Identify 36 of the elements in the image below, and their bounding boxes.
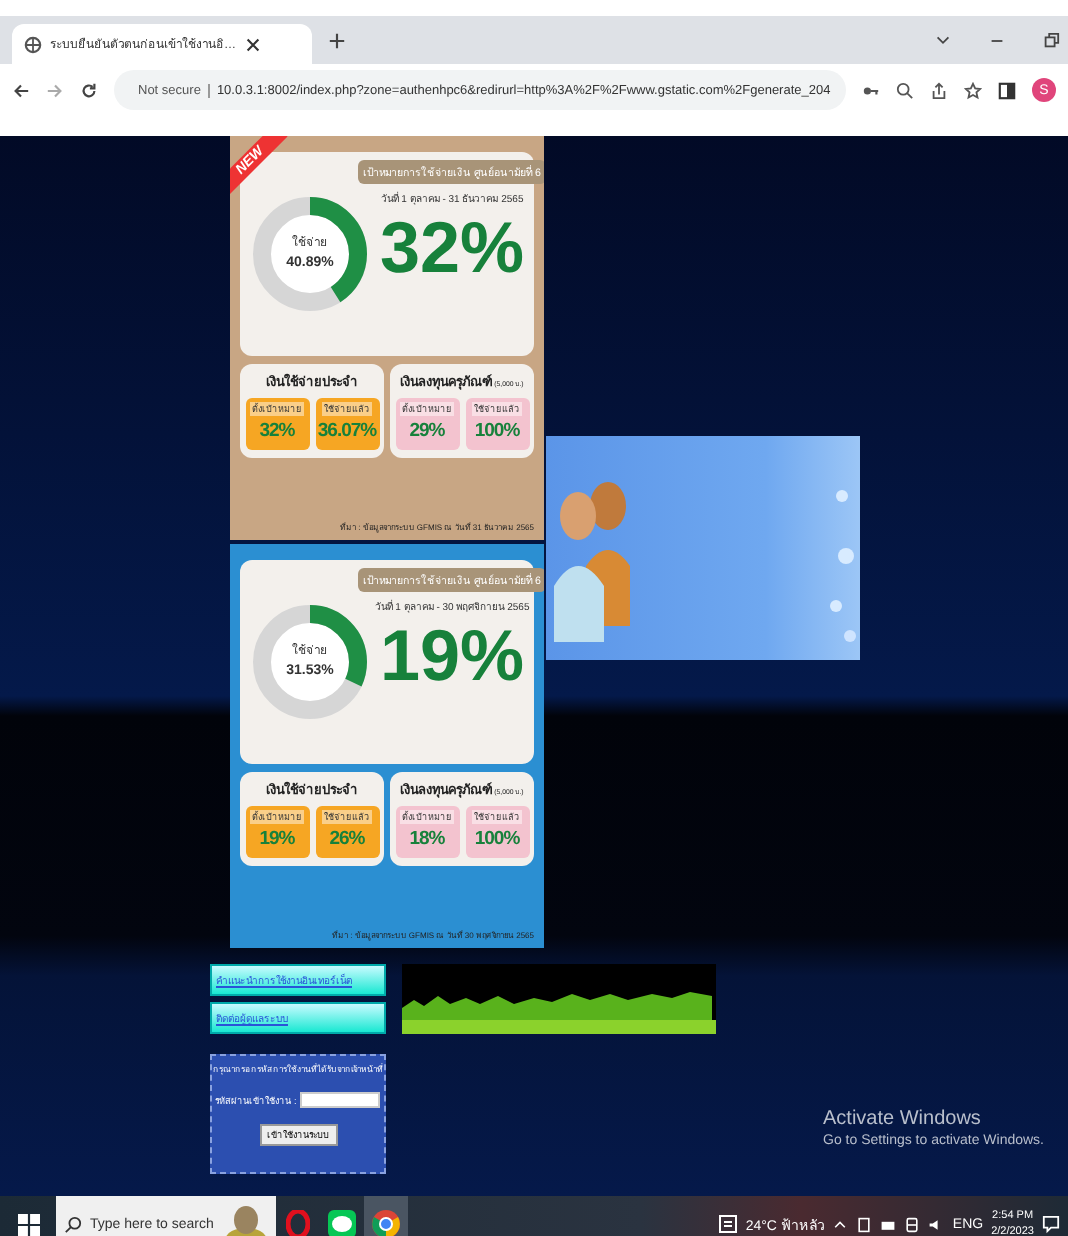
big-percent: 19% (379, 620, 525, 692)
star-icon[interactable] (964, 81, 982, 99)
tile-value: 100% (474, 420, 520, 442)
opera-icon[interactable] (286, 1210, 310, 1236)
tile-value: 32% (259, 420, 295, 442)
chrome-icon[interactable] (372, 1210, 400, 1236)
tile-value: 100% (474, 828, 520, 850)
tile-value: 36.07% (317, 420, 377, 442)
donut-chart (248, 192, 372, 316)
tile-value: 26% (329, 828, 365, 850)
device-icon[interactable] (904, 1215, 921, 1233)
chevron-down-icon[interactable] (934, 31, 952, 49)
donut-chart (248, 600, 372, 724)
globe-icon (24, 35, 42, 53)
password-field[interactable] (300, 1092, 381, 1108)
share-icon[interactable] (930, 81, 948, 99)
news-icon[interactable] (717, 1214, 738, 1234)
activation-title: Activate Windows (823, 1108, 983, 1130)
reload-icon[interactable] (80, 81, 98, 99)
key-icon[interactable] (862, 81, 880, 99)
chevron-up-icon[interactable] (832, 1216, 849, 1232)
tile-value: 18% (409, 828, 445, 850)
network-icon[interactable] (856, 1215, 873, 1233)
new-tab-icon[interactable] (328, 31, 346, 49)
search-icon (64, 1215, 82, 1233)
tile-value: 19% (259, 828, 295, 850)
back-icon[interactable] (12, 81, 30, 99)
tile-value: 29% (409, 420, 445, 442)
zoom-icon[interactable] (896, 81, 914, 99)
side-panel-icon[interactable] (998, 81, 1016, 99)
big-percent: 32% (379, 212, 525, 284)
restore-icon[interactable] (1042, 31, 1060, 49)
chat-app-icon[interactable] (328, 1210, 356, 1236)
windows-start-icon[interactable] (17, 1213, 39, 1235)
close-icon[interactable] (244, 35, 262, 53)
notification-icon[interactable] (1042, 1214, 1060, 1234)
